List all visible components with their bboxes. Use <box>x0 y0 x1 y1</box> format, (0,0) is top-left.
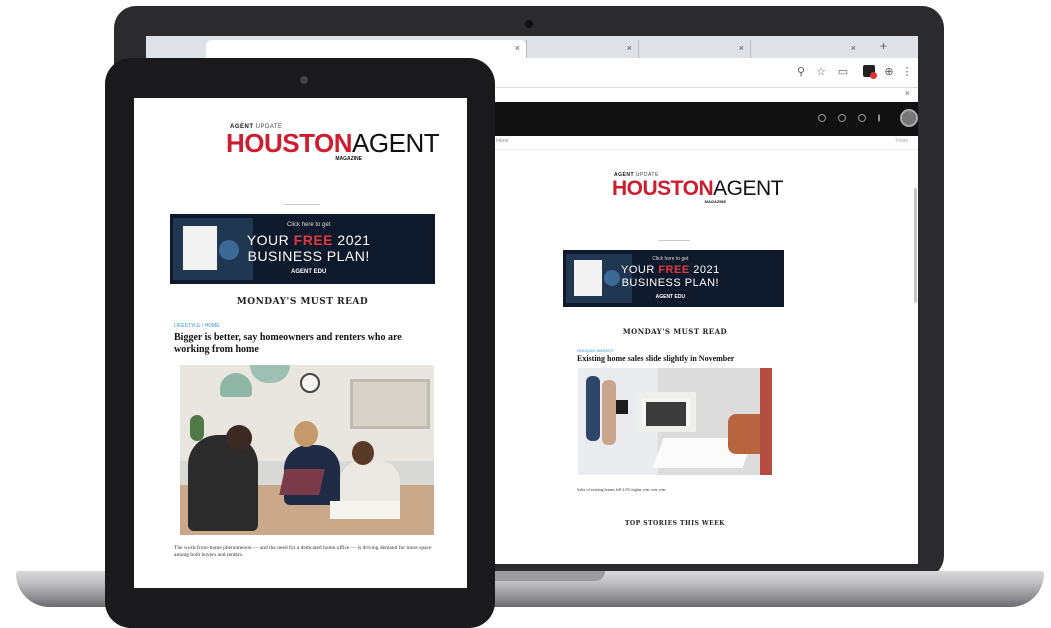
photo-pendant-lamp <box>220 373 252 397</box>
newsletter-logo[interactable]: AGENT UPDATE HOUSTONAGENT MAGAZINE <box>226 124 440 162</box>
article-photo[interactable] <box>578 368 772 475</box>
article-kicker[interactable]: LIFESTYLE / HOME <box>174 323 220 329</box>
toolbar-date: Today <box>894 138 908 144</box>
browser-tab-bar: × × × × + <box>146 36 918 58</box>
business-plan-banner[interactable]: Click here to get YOUR FREE 2021 BUSINES… <box>170 214 435 284</box>
browser-tab-active[interactable]: × <box>206 40 526 58</box>
search-icon[interactable]: ⚲ <box>794 65 808 78</box>
banner-line2: YOUR FREE 2021 <box>593 264 748 276</box>
logo-main-red: HOUSTON <box>612 177 714 200</box>
browser-tab[interactable]: × <box>750 40 862 58</box>
photo-person-head <box>352 441 374 465</box>
divider <box>284 204 320 205</box>
section-title: MONDAY'S MUST READ <box>622 327 728 336</box>
close-icon[interactable]: × <box>627 43 632 53</box>
banner-your: YOUR <box>620 264 659 276</box>
laptop-camera <box>525 20 533 28</box>
globe-icon[interactable]: ⊕ <box>882 65 896 78</box>
article-photo[interactable] <box>180 365 434 535</box>
logo-main-black: AGENT <box>713 177 783 200</box>
banner-free: FREE <box>658 264 690 276</box>
banner-line2: YOUR FREE 2021 <box>208 232 409 248</box>
toolbar-label[interactable]: Inbox <box>496 138 508 144</box>
photo-shelves <box>350 379 430 429</box>
scrollbar[interactable] <box>914 188 917 303</box>
photo-fireplace-opening <box>646 402 686 426</box>
menu-icon[interactable]: ▭ <box>836 65 850 78</box>
extension-icon[interactable] <box>863 65 877 79</box>
settings-icon[interactable] <box>838 114 846 122</box>
logo-main-black: AGENT <box>352 128 440 158</box>
new-tab-button[interactable]: + <box>880 39 887 53</box>
photo-plant <box>190 415 204 441</box>
apps-icon[interactable] <box>858 114 866 122</box>
article-caption: The work-from-home phenomenon — and the … <box>174 545 432 558</box>
banner-your: YOUR <box>246 232 294 248</box>
banner-brand: AGENT EDU <box>655 294 686 300</box>
section-title: MONDAY'S MUST READ <box>236 297 369 307</box>
star-icon[interactable]: ☆ <box>814 65 828 78</box>
more-icon[interactable]: ⋮ <box>900 65 914 78</box>
close-icon[interactable]: × <box>515 43 520 53</box>
section-title-2: TOP STORIES THIS WEEK <box>624 520 726 527</box>
browser-tab[interactable]: × <box>526 40 638 58</box>
close-icon[interactable]: × <box>739 43 744 53</box>
article-headline[interactable]: Existing home sales slide slightly in No… <box>577 354 777 364</box>
browser-tab[interactable]: × <box>638 40 750 58</box>
article-headline[interactable]: Bigger is better, say homeowners and ren… <box>174 332 434 356</box>
photo-bag <box>616 400 628 414</box>
business-plan-banner[interactable]: Click here to get YOUR FREE 2021 BUSINES… <box>563 250 784 307</box>
photo-person <box>602 380 616 445</box>
photo-clock <box>300 373 320 393</box>
help-icon[interactable] <box>818 114 826 122</box>
photo-laptop <box>279 469 325 495</box>
tablet-camera <box>300 76 308 84</box>
close-icon[interactable]: × <box>851 43 856 53</box>
article-caption: Sales of existing homes fell 2.5% higher… <box>577 487 667 492</box>
photo-sleeve <box>760 368 772 475</box>
photo-person-head <box>226 425 252 451</box>
close-icon[interactable]: × <box>905 88 910 98</box>
banner-year: 2021 <box>689 264 720 276</box>
banner-free: FREE <box>293 232 334 248</box>
newsletter-logo[interactable]: AGENT UPDATE HOUSTONAGENT MAGAZINE <box>612 172 783 204</box>
photo-person-dark <box>188 435 258 531</box>
photo-person <box>586 376 600 441</box>
divider <box>658 240 690 241</box>
banner-line1: Click here to get <box>652 256 689 262</box>
more-icon[interactable] <box>878 114 880 122</box>
photo-papers <box>330 501 400 519</box>
banner-year: 2021 <box>333 232 371 248</box>
avatar[interactable] <box>900 109 918 127</box>
photo-person-head <box>294 421 318 447</box>
banner-line1: Click here to get <box>287 222 331 228</box>
banner-line3: BUSINESS PLAN! <box>247 248 370 264</box>
article-kicker[interactable]: HOUSING MARKET <box>577 348 613 353</box>
banner-brand: AGENT EDU <box>291 269 327 275</box>
logo-main-red: HOUSTON <box>226 128 353 158</box>
banner-line3: BUSINESS PLAN! <box>621 277 720 289</box>
